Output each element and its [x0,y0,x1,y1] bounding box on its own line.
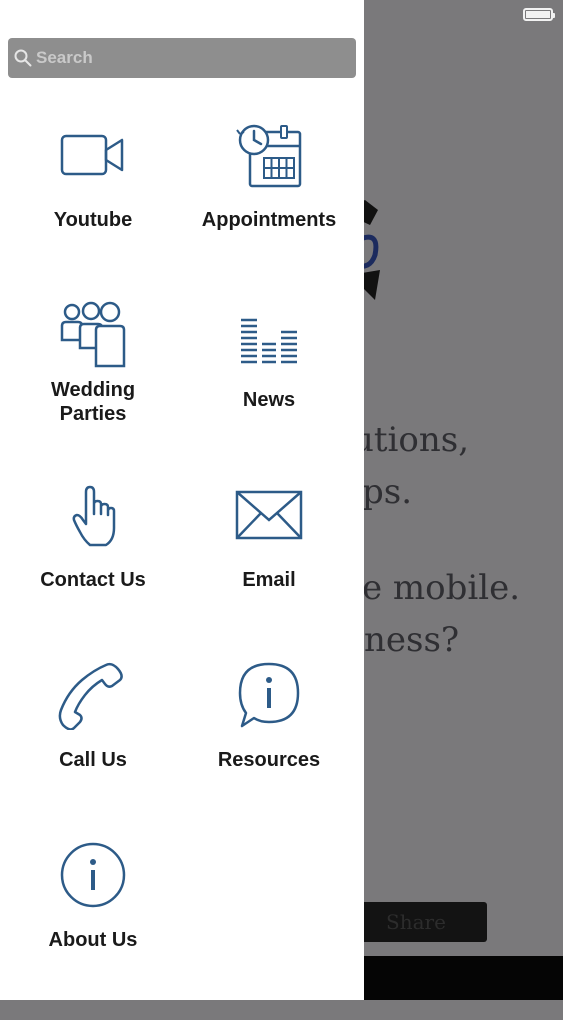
share-button: Share [345,902,487,942]
background-text-line: utions, [352,420,470,460]
search-input[interactable] [32,39,356,77]
menu-item-youtube[interactable]: Youtube [2,120,184,300]
menu-item-label: Appointments [201,209,337,231]
menu-item-wedding-parties[interactable]: Wedding Parties [2,300,184,480]
search-bar[interactable] [8,38,356,78]
menu-item-label: Resources [217,749,321,771]
menu-item-label: News [242,389,296,411]
menu-item-label: About Us [48,929,138,951]
menu-item-label: Email [242,569,296,591]
menu-item-label: Call Us [59,749,127,771]
side-menu-drawer: Youtube Appointments [0,0,364,1000]
phone-handset-icon [58,660,128,730]
background-text-line: e mobile. [362,568,521,608]
menu-item-appointments[interactable]: Appointments [178,120,360,300]
menu-item-label: Wedding Parties [50,379,136,425]
pointing-hand-icon [58,480,128,550]
video-camera-icon [58,120,128,190]
group-people-icon [58,300,128,370]
menu-item-email[interactable]: Email [178,480,360,660]
background-text-line: ps. [362,472,413,512]
info-circle-icon [58,840,128,910]
menu-item-about-us[interactable]: About Us [2,840,184,1020]
battery-icon [523,8,555,21]
menu-item-contact-us[interactable]: Contact Us [2,480,184,660]
menu-item-label: Youtube [53,209,133,231]
menu-item-call-us[interactable]: Call Us [2,660,184,840]
menu-item-label: Contact Us [40,569,146,591]
info-speech-bubble-icon [234,660,304,730]
envelope-icon [234,480,304,550]
menu-item-news[interactable]: News [178,300,360,480]
search-icon [14,49,32,67]
menu-item-resources[interactable]: Resources [178,660,360,840]
background-text-line: ness? [364,620,460,660]
equalizer-bars-icon [234,300,304,370]
calendar-clock-icon [234,120,304,190]
